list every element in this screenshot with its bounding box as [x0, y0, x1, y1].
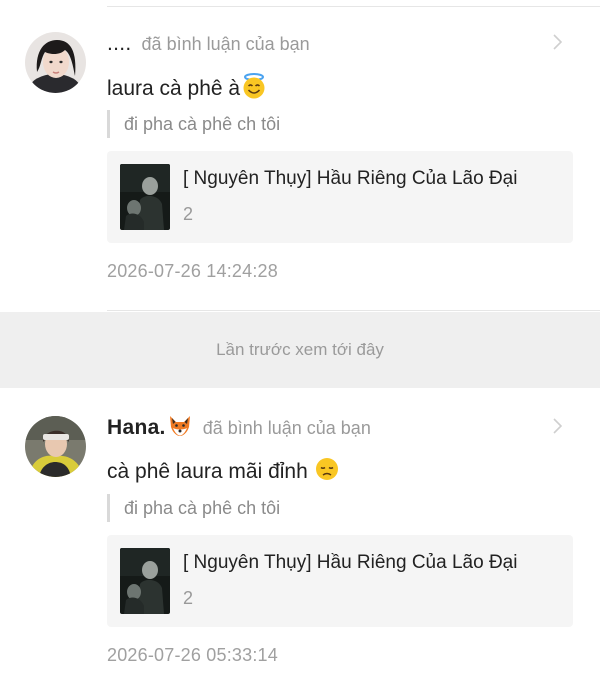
divider	[107, 310, 600, 311]
story-chapter: 2	[183, 588, 194, 608]
action-text: đã bình luận của bạn	[141, 33, 310, 54]
top-divider	[107, 6, 600, 7]
story-chapter: 2	[183, 204, 194, 224]
comment-body: laura cà phê à	[107, 77, 241, 100]
story-title: [ Nguyên Thụy] Hầu Riêng Của Lão Đại	[183, 552, 518, 573]
quoted-comment: đi pha cà phê ch tôi	[107, 110, 280, 138]
comment-text: cà phê laura mãi đỉnh	[107, 456, 340, 488]
fox-face-icon	[167, 413, 193, 444]
notification-header: Hana. đã bình luận của bạn	[107, 415, 371, 440]
smiling-face-with-halo-icon	[240, 72, 268, 106]
story-card[interactable]: [ Nguyên Thụy] Hầu Riêng Của Lão Đại 2	[107, 535, 573, 627]
comment-text: laura cà phê à	[107, 72, 268, 106]
timestamp: 2026-07-26 05:33:14	[107, 645, 278, 665]
story-card[interactable]: [ Nguyên Thụy] Hầu Riêng Của Lão Đại 2	[107, 151, 573, 243]
disappointed-face-icon	[314, 456, 340, 488]
quoted-comment: đi pha cà phê ch tôi	[107, 494, 280, 522]
comment-body: cà phê laura mãi đỉnh	[107, 460, 314, 483]
timestamp: 2026-07-26 14:24:28	[107, 261, 278, 281]
last-seen-divider: Lần trước xem tới đây	[0, 312, 600, 388]
chevron-right-icon[interactable]	[550, 32, 566, 52]
username[interactable]: Hana.	[107, 416, 166, 440]
story-title: [ Nguyên Thụy] Hầu Riêng Của Lão Đại	[183, 168, 518, 189]
avatar[interactable]	[25, 32, 86, 93]
avatar[interactable]	[25, 416, 86, 477]
action-text: đã bình luận của bạn	[202, 417, 371, 438]
username[interactable]: ....	[107, 32, 132, 56]
story-cover-image	[120, 164, 170, 230]
notification-header: .... đã bình luận của bạn	[107, 32, 310, 56]
story-cover-image	[120, 548, 170, 614]
chevron-right-icon[interactable]	[550, 416, 566, 436]
